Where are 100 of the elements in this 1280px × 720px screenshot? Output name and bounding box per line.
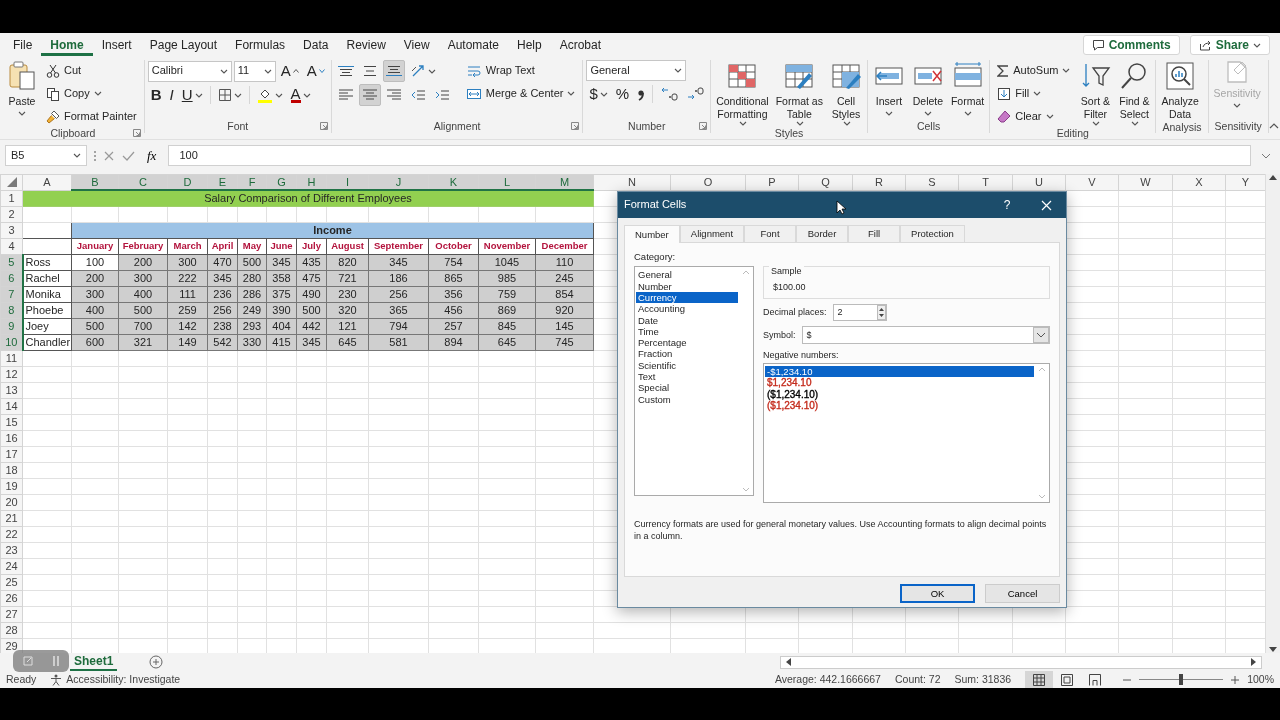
find-select-button[interactable]: Find & Select [1116,60,1153,127]
list-item[interactable]: ($1,234.10) [765,400,821,412]
column-header[interactable]: I [326,174,369,190]
dialog-tab[interactable]: Border [796,225,849,242]
dialog-tab[interactable]: Fill [848,225,901,242]
comments-button[interactable]: Comments [1082,35,1180,55]
cancel-button[interactable]: Cancel [985,584,1060,603]
list-item[interactable]: ($1,234.10) [765,388,821,401]
column-header[interactable]: U [1012,174,1066,190]
number-format-field[interactable]: General [586,60,687,81]
column-header[interactable]: B [71,174,119,190]
shrink-font-button[interactable]: A [303,60,328,82]
list-item[interactable]: Number [636,280,674,292]
paste-button[interactable]: Paste [5,60,39,116]
list-item[interactable]: Fraction [636,348,675,360]
format-painter-button[interactable]: Format Painter [42,106,141,127]
copy-button[interactable]: Copy [42,83,141,104]
menu-tab[interactable]: Page Layout [140,34,227,56]
menu-tab[interactable]: Help [508,34,551,56]
column-header[interactable]: X [1172,174,1226,190]
cells-button[interactable]: Insert [870,60,907,116]
font-color-button[interactable]: A [287,84,314,106]
column-header[interactable]: Q [798,174,853,190]
sort-filter-button[interactable]: Sort & Filter [1077,60,1114,127]
menu-tab[interactable]: Automate [438,34,508,56]
autosum-button[interactable]: AutoSum [993,60,1075,81]
column-header[interactable]: O [670,174,746,190]
zoom-level[interactable]: 100% [1247,673,1274,686]
column-header[interactable]: L [478,174,536,190]
column-header[interactable]: F [237,174,267,190]
dialog-tab[interactable]: Alignment [679,225,745,242]
underline-button[interactable]: U [178,84,206,106]
grow-font-button[interactable]: A [277,60,302,82]
column-header[interactable]: A [22,174,72,190]
percent-button[interactable]: % [612,83,633,105]
menu-tab[interactable]: Formulas [226,34,295,56]
menu-tab[interactable]: Review [337,34,395,56]
fill-button[interactable]: Fill [993,83,1075,104]
merge-center-button[interactable]: Merge & Center [461,83,580,104]
list-item[interactable]: Accounting [636,303,687,315]
share-button[interactable]: Share [1189,35,1270,55]
column-header[interactable]: W [1118,174,1173,190]
bold-button[interactable]: B [147,84,165,106]
list-item[interactable]: Time [636,325,661,338]
column-header[interactable]: N [593,174,671,190]
menu-tab[interactable]: Data [294,34,338,56]
wrap-text-button[interactable]: Wrap Text [461,60,580,81]
italic-button[interactable]: I [166,84,177,106]
symbol-field[interactable]: $ [801,326,1050,345]
column-header[interactable]: G [266,174,297,190]
font-size-field[interactable]: 11 [233,60,276,82]
column-header[interactable]: S [905,174,959,190]
column-header[interactable]: E [207,174,238,190]
column-header[interactable]: D [167,174,208,190]
column-header[interactable]: T [958,174,1013,190]
formula-field[interactable]: 100 [168,145,1251,166]
column-header[interactable]: M [535,174,594,190]
list-item[interactable]: Scientific [636,359,678,372]
currency-button[interactable]: $ [586,83,611,105]
insert-function-button[interactable]: fx [141,147,163,164]
column-header[interactable]: K [428,174,479,190]
list-item[interactable]: -$1,234.10 [765,366,1034,378]
column-header[interactable]: Y [1225,174,1265,190]
accessibility-status[interactable]: Accessibility: Investigate [66,673,181,686]
cells-button[interactable]: Delete [909,60,946,116]
dialog-tab[interactable]: Number [624,225,680,243]
styles-button[interactable]: Format as Table [773,60,825,127]
column-header[interactable]: P [745,174,799,190]
list-item[interactable]: General [636,269,674,281]
help-button[interactable]: ? [988,196,1026,214]
cut-button[interactable]: Cut [42,60,141,81]
column-header[interactable]: J [368,174,429,190]
font-name-field[interactable]: Calibri [147,60,232,82]
column-header[interactable]: H [296,174,327,190]
styles-button[interactable]: Cell Styles [827,60,864,127]
dialog-tab[interactable]: Protection [900,225,965,242]
cells-button[interactable]: Format [948,60,987,116]
list-item[interactable]: Currency [636,292,738,304]
column-header[interactable]: C [118,174,168,190]
list-item[interactable]: Date [636,314,661,326]
menu-tab[interactable]: Insert [92,34,141,56]
name-box[interactable]: B5 [5,145,87,166]
clear-button[interactable]: Clear [993,106,1075,127]
menu-tab[interactable]: View [394,34,439,56]
list-item[interactable]: $1,234.10 [765,377,814,389]
negative-numbers-list[interactable]: -$1,234.10 $1,234.10 ($1,234.10) ($1,234.10) [763,363,1050,504]
category-list[interactable]: General Number Currency Accounting Date Time Percentage Fraction Scientific Text Special Custom [634,266,754,497]
menu-tab[interactable]: File [4,34,42,56]
analyze-data-button[interactable]: Analyze Data [1159,60,1201,121]
menu-tab[interactable]: Acrobat [550,34,611,56]
list-item[interactable]: Percentage [636,337,689,349]
decimal-places-field[interactable]: 2 [832,304,887,322]
ok-button[interactable]: OK [900,584,975,603]
sheet-tab[interactable]: Sheet1 [70,653,118,671]
dialog-tab[interactable]: Font [744,225,797,242]
column-header[interactable]: V [1065,174,1119,190]
menu-tab[interactable]: Home [41,34,93,56]
styles-button[interactable]: Conditional Formatting [714,60,771,127]
column-header[interactable]: R [852,174,906,190]
list-item[interactable]: Custom [636,393,673,405]
